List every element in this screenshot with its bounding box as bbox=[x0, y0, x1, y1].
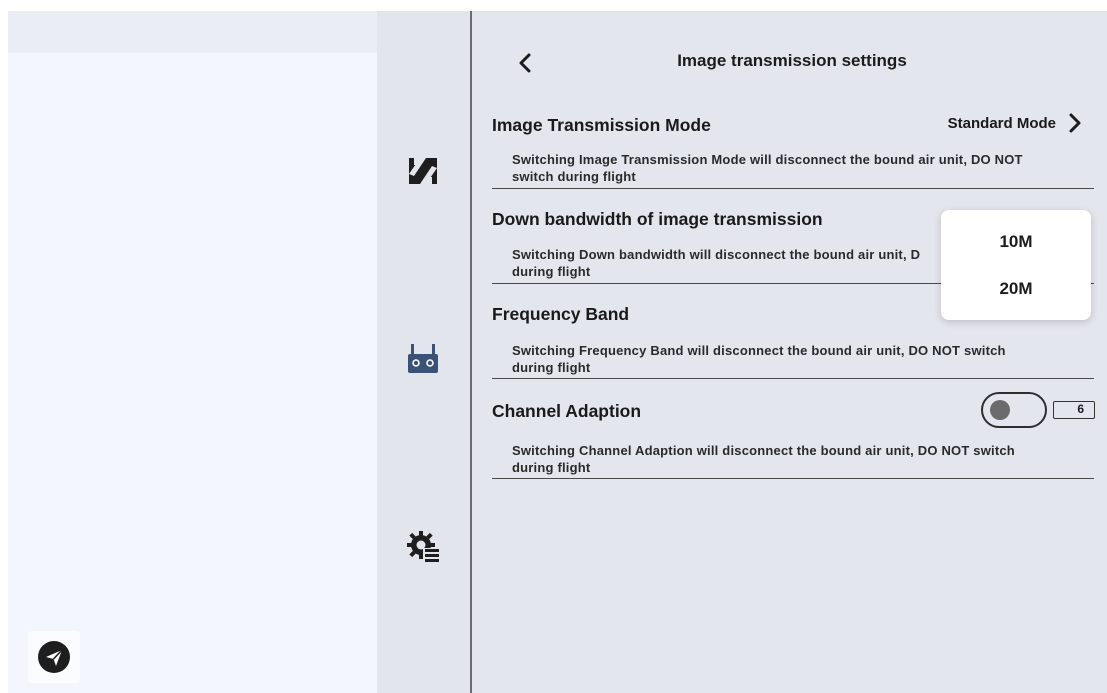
setting-title-channel-adaption: Channel Adaption bbox=[492, 401, 642, 421]
left-panel bbox=[8, 11, 377, 693]
side-rail bbox=[377, 11, 470, 693]
desc-line: switch during flight bbox=[512, 169, 636, 184]
setting-title-frequency-band: Frequency Band bbox=[492, 304, 630, 324]
setting-desc-channel-adaption: Switching Channel Adaption will disconne… bbox=[512, 442, 1072, 476]
divider bbox=[492, 188, 1094, 189]
setting-desc-frequency-band: Switching Frequency Band will disconnect… bbox=[512, 342, 1072, 376]
rail-item-settings[interactable] bbox=[403, 526, 443, 566]
setting-title-transmission-mode: Image Transmission Mode bbox=[492, 115, 711, 135]
transmission-mode-value[interactable]: Standard Mode bbox=[948, 115, 1056, 132]
channel-value-badge: 6 bbox=[1053, 401, 1095, 419]
send-button[interactable] bbox=[28, 631, 80, 683]
dropdown-option-20m[interactable]: 20M bbox=[941, 279, 1091, 299]
rail-item-remote-controller[interactable] bbox=[403, 338, 443, 378]
rail-item-image-transmission[interactable] bbox=[403, 151, 443, 191]
desc-line: Switching Image Transmission Mode will d… bbox=[512, 152, 1023, 167]
dropdown-option-10m[interactable]: 10M bbox=[941, 232, 1091, 252]
desc-line: Switching Channel Adaption will disconne… bbox=[512, 443, 1015, 458]
toggle-knob bbox=[990, 400, 1010, 420]
chevron-right-icon bbox=[1069, 113, 1081, 133]
transmission-mode-chevron[interactable] bbox=[1066, 112, 1084, 134]
bandwidth-dropdown: 10M 20M bbox=[941, 210, 1091, 320]
setting-desc-transmission-mode: Switching Image Transmission Mode will d… bbox=[512, 151, 1072, 185]
divider bbox=[492, 478, 1094, 479]
desc-line: during flight bbox=[512, 360, 591, 375]
back-button[interactable] bbox=[512, 50, 538, 76]
remote-controller-icon bbox=[408, 344, 438, 373]
desc-line: during flight bbox=[512, 460, 591, 475]
settings-list-icon bbox=[407, 531, 439, 562]
image-transmission-icon bbox=[409, 158, 437, 184]
left-top-strip bbox=[8, 11, 377, 53]
page-title: Image transmission settings bbox=[677, 51, 907, 70]
chevron-left-icon bbox=[519, 53, 531, 73]
settings-panel: Image transmission settings Image Transm… bbox=[472, 11, 1107, 693]
setting-title-down-bandwidth: Down bandwidth of image transmission bbox=[492, 209, 823, 229]
channel-adaption-toggle[interactable] bbox=[981, 392, 1047, 428]
divider bbox=[492, 378, 1094, 379]
paper-plane-icon bbox=[38, 641, 70, 673]
desc-line: Switching Frequency Band will disconnect… bbox=[512, 343, 1006, 358]
